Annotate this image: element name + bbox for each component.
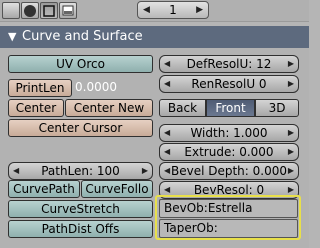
renresolu-label: RenResolU 0 <box>191 77 267 91</box>
center-cursor-button[interactable]: Center Cursor <box>8 119 153 137</box>
defresolu-field[interactable]: ◀ DefResolU: 12 ▶ <box>159 55 299 73</box>
back-toggle[interactable]: Back <box>159 99 206 117</box>
center-new-button[interactable]: Center New <box>65 99 153 117</box>
shading-sphere-icon[interactable] <box>21 2 39 19</box>
bevel-depth-label: Bevel Depth: 0.000 <box>170 164 287 178</box>
increment-arrow-icon[interactable]: ▶ <box>288 56 294 72</box>
panel-title: Curve and Surface <box>22 29 143 44</box>
page-number-value: 1 <box>169 3 177 17</box>
collapse-triangle-icon[interactable]: ▼ <box>8 30 16 43</box>
decrement-arrow-icon[interactable]: ◀ <box>164 125 170 141</box>
curvefollow-button[interactable]: CurveFollo <box>81 180 153 198</box>
page-number-field[interactable]: ◀ 1 ▶ <box>137 1 209 19</box>
decrement-arrow-icon[interactable]: ◀ <box>143 2 150 19</box>
bevel-depth-field[interactable]: ◀ Bevel Depth: 0.000 ▶ <box>159 162 299 180</box>
width-field[interactable]: ◀ Width: 1.000 ▶ <box>159 124 299 142</box>
renresolu-field[interactable]: ◀ RenResolU 0 ▶ <box>159 75 299 93</box>
increment-arrow-icon[interactable]: ▶ <box>288 163 294 179</box>
front-toggle[interactable]: Front <box>206 99 255 117</box>
decrement-arrow-icon[interactable]: ◀ <box>164 163 170 179</box>
extrude-field[interactable]: ◀ Extrude: 0.000 ▶ <box>159 143 299 161</box>
increment-arrow-icon[interactable]: ▶ <box>142 163 148 179</box>
increment-arrow-icon[interactable]: ▶ <box>288 76 294 92</box>
increment-arrow-icon[interactable]: ▶ <box>288 125 294 141</box>
edit-mode-icon[interactable] <box>40 2 58 19</box>
increment-arrow-icon[interactable]: ▶ <box>288 144 294 160</box>
pathlen-label: PathLen: 100 <box>41 164 120 178</box>
pathlen-field[interactable]: ◀ PathLen: 100 ▶ <box>8 162 153 180</box>
printlen-button[interactable]: PrintLen <box>8 79 72 97</box>
3d-toggle[interactable]: 3D <box>255 99 299 117</box>
pathdist-offs-button[interactable]: PathDist Offs <box>8 220 153 238</box>
decrement-arrow-icon[interactable]: ◀ <box>164 76 170 92</box>
extrude-label: Extrude: 0.000 <box>184 145 274 159</box>
texture-icon[interactable] <box>59 2 77 19</box>
defresolu-label: DefResolU: 12 <box>186 57 272 71</box>
printlen-value: 0.0000 <box>75 80 117 94</box>
curvestretch-button[interactable]: CurveStretch <box>8 200 153 218</box>
panel-header[interactable]: ▼ Curve and Surface <box>0 26 309 48</box>
curvepath-button[interactable]: CurvePath <box>8 180 80 198</box>
object-editing-icon[interactable] <box>2 2 20 19</box>
uv-orco-button[interactable]: UV Orco <box>8 55 153 73</box>
width-label: Width: 1.000 <box>190 126 268 140</box>
decrement-arrow-icon[interactable]: ◀ <box>164 144 170 160</box>
highlight-annotation <box>155 195 301 240</box>
decrement-arrow-icon[interactable]: ◀ <box>164 56 170 72</box>
increment-arrow-icon[interactable]: ▶ <box>196 2 203 19</box>
center-button[interactable]: Center <box>8 99 64 117</box>
decrement-arrow-icon[interactable]: ◀ <box>13 163 19 179</box>
